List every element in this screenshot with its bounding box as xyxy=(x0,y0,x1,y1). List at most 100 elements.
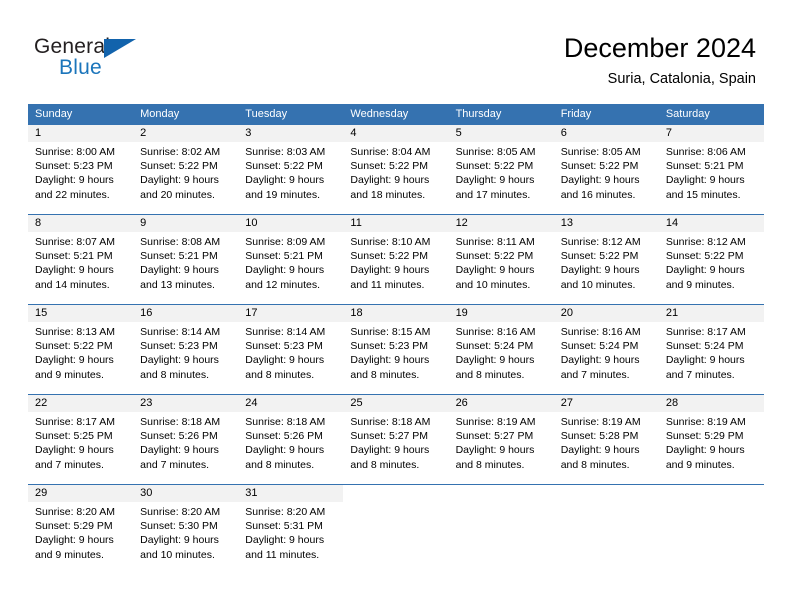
day-cell[interactable]: 23 Sunrise: 8:18 AM Sunset: 5:26 PM Dayligh… xyxy=(133,395,239,476)
day-daylight-line1-text: Daylight: 9 hours xyxy=(665,354,745,367)
weekday-header-wednesday: Wednesday xyxy=(350,108,409,120)
day-cell[interactable]: 24 Sunrise: 8:18 AM Sunset: 5:26 PM Dayligh… xyxy=(238,395,344,476)
day-number: 13 xyxy=(553,215,659,232)
day-cell[interactable]: 29 Sunrise: 8:20 AM Sunset: 5:29 PM Dayligh… xyxy=(28,485,134,566)
day-info: Sunrise: 8:03 AM Sunset: 5:22 PM Daylight:… xyxy=(238,142,343,202)
day-daylight-line2-text: and 16 minutes. xyxy=(560,188,636,201)
day-cell-empty xyxy=(343,485,449,566)
day-number: 18 xyxy=(343,305,449,322)
day-daylight-line1-text: Daylight: 9 hours xyxy=(245,444,325,457)
day-number: 10 xyxy=(238,215,344,232)
day-info: Sunrise: 8:09 AM Sunset: 5:21 PM Daylight:… xyxy=(238,232,343,292)
day-sunrise-text: Sunrise: 8:06 AM xyxy=(665,146,746,158)
day-cell[interactable]: 2 Sunrise: 8:02 AM Sunset: 5:22 PM Daylight… xyxy=(133,125,239,206)
day-sunrise-text: Sunrise: 8:18 AM xyxy=(245,416,326,428)
day-cell[interactable]: 3 Sunrise: 8:03 AM Sunset: 5:22 PM Daylight… xyxy=(238,125,344,206)
day-cell[interactable]: 7 Sunrise: 8:06 AM Sunset: 5:21 PM Daylight… xyxy=(658,125,764,206)
day-number: 20 xyxy=(553,305,659,322)
day-info: Sunrise: 8:20 AM Sunset: 5:29 PM Daylight:… xyxy=(28,502,133,562)
day-cell[interactable]: 22 Sunrise: 8:17 AM Sunset: 5:25 PM Dayligh… xyxy=(28,395,134,476)
day-sunset-text: Sunset: 5:22 PM xyxy=(560,160,639,173)
logo-triangle-icon xyxy=(104,39,136,58)
day-cell[interactable]: 28 Sunrise: 8:19 AM Sunset: 5:29 PM Dayligh… xyxy=(658,395,764,476)
day-sunrise-text: Sunrise: 8:04 AM xyxy=(350,146,431,158)
day-sunrise-text: Sunrise: 8:08 AM xyxy=(140,236,221,248)
day-cell[interactable]: 6 Sunrise: 8:05 AM Sunset: 5:22 PM Daylight… xyxy=(553,125,659,206)
day-sunset-text: Sunset: 5:22 PM xyxy=(455,160,534,173)
day-number: 31 xyxy=(238,485,344,502)
day-daylight-line1-text: Daylight: 9 hours xyxy=(350,174,430,187)
day-sunset-text: Sunset: 5:21 PM xyxy=(245,250,323,263)
day-cell[interactable]: 31 Sunrise: 8:20 AM Sunset: 5:31 PM Dayligh… xyxy=(238,485,344,566)
day-sunrise-text: Sunrise: 8:16 AM xyxy=(455,326,536,338)
day-sunset-text: Sunset: 5:27 PM xyxy=(350,430,429,443)
day-cell[interactable]: 21 Sunrise: 8:17 AM Sunset: 5:24 PM Dayligh… xyxy=(658,305,764,386)
day-cell[interactable]: 27 Sunrise: 8:19 AM Sunset: 5:28 PM Dayligh… xyxy=(553,395,659,476)
day-cell[interactable]: 19 Sunrise: 8:16 AM Sunset: 5:24 PM Dayligh… xyxy=(448,305,554,386)
day-info: Sunrise: 8:19 AM Sunset: 5:27 PM Daylight:… xyxy=(449,412,554,472)
day-daylight-line1-text: Daylight: 9 hours xyxy=(455,444,535,457)
day-number: 17 xyxy=(238,305,344,322)
day-cell[interactable]: 9 Sunrise: 8:08 AM Sunset: 5:21 PM Daylight… xyxy=(133,215,239,296)
day-info: Sunrise: 8:14 AM Sunset: 5:23 PM Daylight:… xyxy=(238,322,343,382)
day-sunrise-text: Sunrise: 8:03 AM xyxy=(245,146,326,158)
day-daylight-line2-text: and 9 minutes. xyxy=(665,278,735,291)
day-daylight-line2-text: and 18 minutes. xyxy=(350,188,426,201)
day-daylight-line2-text: and 20 minutes. xyxy=(140,188,215,201)
day-number: 3 xyxy=(238,125,344,142)
day-cell[interactable]: 8 Sunrise: 8:07 AM Sunset: 5:21 PM Daylight… xyxy=(28,215,134,296)
day-sunset-text: Sunset: 5:24 PM xyxy=(560,340,639,353)
day-cell[interactable]: 16 Sunrise: 8:14 AM Sunset: 5:23 PM Dayligh… xyxy=(133,305,239,386)
page-header: General Blue December 2024 Suria, Catalo… xyxy=(0,0,792,104)
day-daylight-line1-text: Daylight: 9 hours xyxy=(140,264,219,277)
day-daylight-line2-text: and 10 minutes. xyxy=(140,548,215,561)
day-sunrise-text: Sunrise: 8:20 AM xyxy=(245,506,326,518)
day-info: Sunrise: 8:14 AM Sunset: 5:23 PM Daylight:… xyxy=(133,322,238,382)
day-cell[interactable]: 18 Sunrise: 8:15 AM Sunset: 5:23 PM Dayligh… xyxy=(343,305,449,386)
weekday-header-sunday: Sunday xyxy=(35,108,73,120)
weekday-header-row: Sunday Monday Tuesday Wednesday Thursday Frid… xyxy=(28,104,764,125)
day-daylight-line1-text: Daylight: 9 hours xyxy=(350,444,430,457)
day-cell[interactable]: 4 Sunrise: 8:04 AM Sunset: 5:22 PM Daylight… xyxy=(343,125,449,206)
day-cell[interactable]: 12 Sunrise: 8:11 AM Sunset: 5:22 PM Dayligh… xyxy=(448,215,554,296)
day-info: Sunrise: 8:02 AM Sunset: 5:22 PM Daylight:… xyxy=(133,142,238,202)
day-daylight-line2-text: and 9 minutes. xyxy=(35,548,104,561)
day-cell[interactable]: 26 Sunrise: 8:19 AM Sunset: 5:27 PM Dayligh… xyxy=(448,395,554,476)
day-cell[interactable]: 10 Sunrise: 8:09 AM Sunset: 5:21 PM Dayligh… xyxy=(238,215,344,296)
day-daylight-line1-text: Daylight: 9 hours xyxy=(350,354,430,367)
day-sunrise-text: Sunrise: 8:12 AM xyxy=(560,236,641,248)
day-cell[interactable]: 14 Sunrise: 8:12 AM Sunset: 5:22 PM Dayligh… xyxy=(658,215,764,296)
day-daylight-line2-text: and 10 minutes. xyxy=(455,278,531,291)
week-spacer xyxy=(28,476,764,484)
day-daylight-line2-text: and 8 minutes. xyxy=(140,368,210,381)
day-cell[interactable]: 20 Sunrise: 8:16 AM Sunset: 5:24 PM Dayligh… xyxy=(553,305,659,386)
day-number: 8 xyxy=(28,215,134,232)
day-cell[interactable]: 13 Sunrise: 8:12 AM Sunset: 5:22 PM Dayligh… xyxy=(553,215,659,296)
day-daylight-line1-text: Daylight: 9 hours xyxy=(560,174,640,187)
day-cell[interactable]: 1 Sunrise: 8:00 AM Sunset: 5:23 PM Daylight… xyxy=(28,125,134,206)
day-cell[interactable]: 17 Sunrise: 8:14 AM Sunset: 5:23 PM Dayligh… xyxy=(238,305,344,386)
day-number xyxy=(448,485,554,502)
day-sunset-text: Sunset: 5:30 PM xyxy=(140,520,218,533)
general-blue-logo[interactable]: General Blue xyxy=(34,36,214,84)
day-daylight-line2-text: and 8 minutes. xyxy=(455,458,525,471)
day-number xyxy=(553,485,659,502)
day-cell[interactable]: 5 Sunrise: 8:05 AM Sunset: 5:22 PM Daylight… xyxy=(448,125,554,206)
day-cell[interactable]: 25 Sunrise: 8:18 AM Sunset: 5:27 PM Dayligh… xyxy=(343,395,449,476)
week-row: 29 Sunrise: 8:20 AM Sunset: 5:29 PM Dayligh… xyxy=(28,484,764,566)
day-daylight-line1-text: Daylight: 9 hours xyxy=(560,444,640,457)
day-number: 14 xyxy=(658,215,764,232)
day-sunset-text: Sunset: 5:31 PM xyxy=(245,520,323,533)
page-title: December 2024 xyxy=(563,33,756,63)
day-number: 24 xyxy=(238,395,344,412)
day-daylight-line2-text: and 11 minutes. xyxy=(245,548,320,561)
day-sunset-text: Sunset: 5:24 PM xyxy=(455,340,534,353)
day-daylight-line1-text: Daylight: 9 hours xyxy=(455,174,535,187)
day-daylight-line2-text: and 7 minutes. xyxy=(560,368,630,381)
day-daylight-line2-text: and 19 minutes. xyxy=(245,188,320,201)
day-sunrise-text: Sunrise: 8:14 AM xyxy=(140,326,221,338)
day-cell[interactable]: 30 Sunrise: 8:20 AM Sunset: 5:30 PM Dayligh… xyxy=(133,485,239,566)
day-info: Sunrise: 8:07 AM Sunset: 5:21 PM Daylight:… xyxy=(28,232,133,292)
day-cell[interactable]: 15 Sunrise: 8:13 AM Sunset: 5:22 PM Dayligh… xyxy=(28,305,134,386)
day-cell[interactable]: 11 Sunrise: 8:10 AM Sunset: 5:22 PM Dayligh… xyxy=(343,215,449,296)
